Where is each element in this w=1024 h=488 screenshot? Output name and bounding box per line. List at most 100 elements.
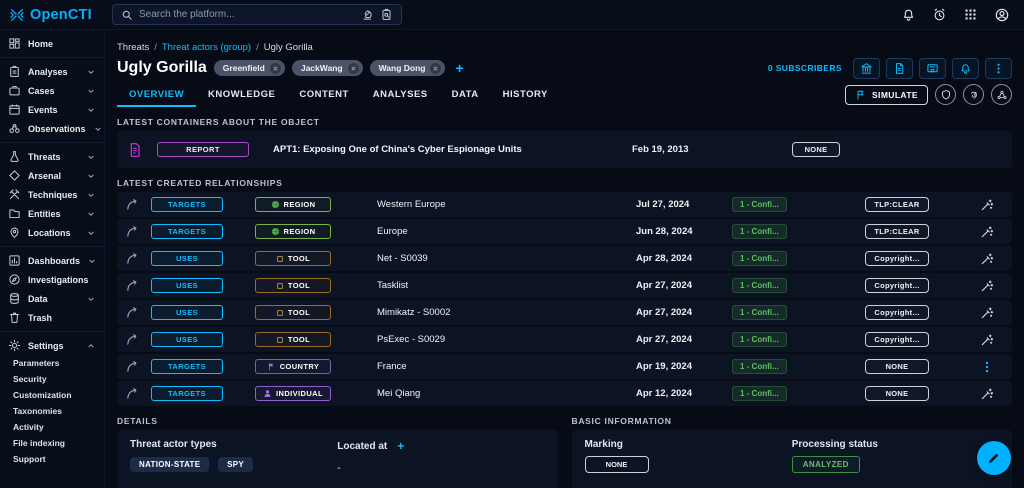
auto-fix-icon[interactable] (980, 306, 994, 320)
bank-button[interactable] (853, 57, 880, 79)
sidebar-item-label: Events (28, 104, 58, 115)
more-options-icon[interactable] (980, 360, 994, 374)
remove-label-icon[interactable] (430, 62, 442, 74)
relationship-row[interactable]: TARGETS REGION Europe Jun 28, 2024 1 - C… (117, 219, 1012, 244)
tab-data[interactable]: DATA (440, 82, 491, 107)
sidebar-item-settings[interactable]: Settings (0, 336, 104, 355)
global-search-bar[interactable] (112, 4, 402, 25)
add-label-button[interactable]: + (455, 60, 463, 76)
threat-actor-types-label: Threat actor types (130, 439, 217, 450)
entity-name[interactable]: Mei Qiang (365, 388, 636, 399)
entity-name[interactable]: PsExec - S0029 (365, 334, 636, 345)
search-input[interactable] (139, 9, 355, 20)
relationship-row[interactable]: TARGETS COUNTRY France Apr 19, 2024 1 - … (117, 354, 1012, 379)
sidebar-item-dashboards[interactable]: Dashboards (0, 251, 104, 270)
entity-type-chip: REGION (255, 197, 331, 212)
sidebar-subitem-security[interactable]: Security (0, 371, 104, 387)
notifications-bell-icon[interactable] (901, 7, 916, 22)
container-title[interactable]: APT1: Exposing One of China's Cyber Espi… (269, 144, 632, 155)
entity-name[interactable]: Tasklist (365, 280, 636, 291)
add-located-at-button[interactable]: + (397, 439, 404, 453)
processing-status-label: Processing status (791, 439, 878, 450)
tab-history[interactable]: HISTORY (491, 82, 560, 107)
hub-button[interactable] (991, 84, 1012, 105)
label-chip-jackwang[interactable]: JackWang (291, 60, 363, 76)
chevron-up-icon (86, 341, 96, 351)
sidebar-item-locations[interactable]: Locations (0, 223, 104, 242)
more-options-button[interactable] (985, 57, 1012, 79)
tab-content[interactable]: CONTENT (287, 82, 360, 107)
sidebar-item-home[interactable]: Home (0, 34, 104, 53)
subscribe-bell-button[interactable] (952, 57, 979, 79)
sidebar-item-cases[interactable]: Cases (0, 81, 104, 100)
entity-name[interactable]: Europe (365, 226, 636, 237)
sidebar-item-observations[interactable]: Observations (0, 119, 104, 138)
sidebar-item-analyses[interactable]: Analyses (0, 62, 104, 81)
label-chip-wang-dong[interactable]: Wang Dong (369, 60, 446, 76)
sidebar-item-data[interactable]: Data (0, 289, 104, 308)
breadcrumb-threats[interactable]: Threats (117, 42, 149, 53)
marking-chip: Copyright... (865, 332, 929, 347)
tab-overview[interactable]: OVERVIEW (117, 82, 196, 107)
simulate-button[interactable]: SIMULATE (844, 84, 928, 105)
auto-fix-icon[interactable] (980, 198, 994, 212)
relationship-row[interactable]: USES TOOL PsExec - S0029 Apr 27, 2024 1 … (117, 327, 1012, 352)
auto-fix-icon[interactable] (980, 279, 994, 293)
located-at-value: - (337, 463, 341, 474)
edit-fab-button[interactable] (977, 441, 1011, 475)
clipboard-search-icon[interactable] (380, 8, 393, 21)
sidebar-subitem-parameters[interactable]: Parameters (0, 355, 104, 371)
sidebar-item-investigations[interactable]: Investigations (0, 270, 104, 289)
auto-fix-icon[interactable] (980, 225, 994, 239)
sidebar-subitem-customization[interactable]: Customization (0, 387, 104, 403)
relationship-arrow-icon (125, 359, 140, 374)
sidebar-item-threats[interactable]: Threats (0, 147, 104, 166)
sidebar-subitem-file-indexing[interactable]: File indexing (0, 435, 104, 451)
entity-name[interactable]: Mimikatz - S0002 (365, 307, 636, 318)
sidebar-item-label: Trash (28, 312, 53, 323)
sidebar-item-label: Locations (28, 227, 71, 238)
label-chip-greenfield[interactable]: Greenfield (213, 60, 285, 76)
breadcrumb-threat-actors-group[interactable]: Threat actors (group) (162, 42, 251, 53)
tool-square-icon (276, 336, 284, 344)
sidebar-subitem-taxonomies[interactable]: Taxonomies (0, 403, 104, 419)
file-button[interactable] (886, 57, 913, 79)
relationship-arrow-icon (125, 332, 140, 347)
account-icon[interactable] (994, 7, 1010, 23)
auto-fix-icon[interactable] (980, 252, 994, 266)
sidebar-subitem-activity[interactable]: Activity (0, 419, 104, 435)
sidebar-item-arsenal[interactable]: Arsenal (0, 166, 104, 185)
relationship-row[interactable]: USES TOOL Tasklist Apr 27, 2024 1 - Conf… (117, 273, 1012, 298)
remove-label-icon[interactable] (269, 62, 281, 74)
confidence-chip: 1 - Confi... (732, 305, 787, 320)
entity-name[interactable]: France (365, 361, 636, 372)
container-row[interactable]: REPORT APT1: Exposing One of China's Cyb… (117, 131, 1012, 168)
sidebar-item-label: Home (28, 38, 54, 49)
relationship-row[interactable]: TARGETS REGION Western Europe Jul 27, 20… (117, 192, 1012, 217)
sidebar-subitem-support[interactable]: Support (0, 451, 104, 467)
auto-fix-icon[interactable] (980, 333, 994, 347)
entity-name[interactable]: Western Europe (365, 199, 636, 210)
report-file-icon (127, 142, 143, 158)
fingerprint-button[interactable] (963, 84, 984, 105)
sidebar-item-trash[interactable]: Trash (0, 308, 104, 327)
remove-label-icon[interactable] (347, 62, 359, 74)
alarm-icon[interactable] (932, 7, 947, 22)
relationship-row[interactable]: USES TOOL Net - S0039 Apr 28, 2024 1 - C… (117, 246, 1012, 271)
shield-button[interactable] (935, 84, 956, 105)
sidebar-item-techniques[interactable]: Techniques (0, 185, 104, 204)
apps-grid-icon[interactable] (963, 7, 978, 22)
microscope-icon[interactable] (361, 8, 374, 21)
opencti-logo[interactable]: OpenCTI (0, 7, 105, 23)
sidebar-item-entities[interactable]: Entities (0, 204, 104, 223)
processing-status-chip: ANALYZED (791, 456, 860, 473)
relationship-row[interactable]: USES TOOL Mimikatz - S0002 Apr 27, 2024 … (117, 300, 1012, 325)
entity-name[interactable]: Net - S0039 (365, 253, 636, 264)
sidebar-item-events[interactable]: Events (0, 100, 104, 119)
tab-analyses[interactable]: ANALYSES (361, 82, 440, 107)
header-actions: 0 SUBSCRIBERS (768, 57, 1012, 79)
auto-fix-icon[interactable] (980, 387, 994, 401)
card-button[interactable] (919, 57, 946, 79)
tab-knowledge[interactable]: KNOWLEDGE (196, 82, 287, 107)
relationship-row[interactable]: TARGETS INDIVIDUAL Mei Qiang Apr 12, 202… (117, 381, 1012, 406)
